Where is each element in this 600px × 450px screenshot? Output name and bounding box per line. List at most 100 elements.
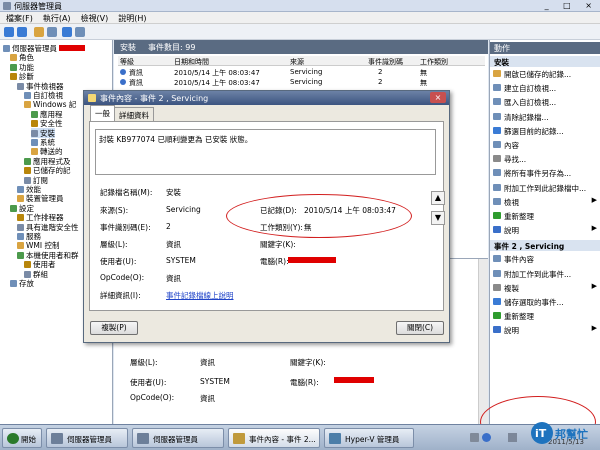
action-icon bbox=[493, 283, 501, 291]
details-scrollbar[interactable] bbox=[478, 259, 488, 425]
action-icon bbox=[493, 226, 501, 234]
action-icon bbox=[493, 155, 501, 163]
submenu-arrow-icon: ▶ bbox=[591, 195, 597, 204]
source-value: Servicing bbox=[166, 205, 201, 214]
action-item-label: 建立自訂檢視... bbox=[504, 84, 557, 94]
action-icon bbox=[493, 84, 501, 92]
tab-general[interactable]: 一般 bbox=[90, 105, 115, 121]
action-item[interactable]: 匯入自訂檢視... bbox=[490, 96, 600, 107]
dialog-close-button[interactable]: × bbox=[430, 92, 446, 103]
start-button[interactable]: 開始 bbox=[2, 428, 42, 448]
next-event-button[interactable]: ▼ bbox=[431, 211, 445, 225]
taskbar-item[interactable]: 伺服器管理員 bbox=[132, 428, 224, 448]
actions-section-install[interactable]: 安裝 bbox=[490, 56, 600, 67]
tray-network-icon[interactable] bbox=[470, 433, 479, 442]
tree-node-icon bbox=[31, 148, 38, 156]
action-item[interactable]: 將所有事件另存為... bbox=[490, 167, 600, 178]
taskbar-item[interactable]: Hyper-V 管理員 bbox=[324, 428, 414, 448]
action-item[interactable]: 說明 ▶ bbox=[490, 324, 600, 335]
event-description[interactable]: 封裝 KB977074 已順利變更為 已安裝 狀態。 bbox=[95, 129, 436, 175]
table-row[interactable]: 資訊 2010/5/14 上午 08:03:47 Servicing 2 無 bbox=[118, 67, 485, 77]
tree-node-icon bbox=[31, 139, 38, 146]
tree-node-icon bbox=[31, 120, 38, 128]
action-item[interactable]: 事件內容 bbox=[490, 253, 600, 264]
action-item-label: 說明 bbox=[504, 226, 519, 236]
user-label: 使用者(U): bbox=[100, 257, 137, 266]
tree-node-icon bbox=[10, 63, 17, 71]
dialog-app-icon bbox=[88, 94, 96, 102]
action-item[interactable]: 開啟已儲存的記錄... bbox=[490, 68, 600, 79]
action-item[interactable]: 清除記錄檔... bbox=[490, 111, 600, 122]
actions-section-event[interactable]: 事件 2 , Servicing bbox=[490, 240, 600, 252]
lower-computer-label: 電腦(R): bbox=[290, 378, 319, 387]
col-source[interactable]: 來源 bbox=[290, 57, 304, 67]
tray-flag-icon[interactable] bbox=[508, 433, 517, 442]
center-header: 安裝 事件數目: 99 bbox=[114, 40, 488, 54]
tree-node-icon bbox=[24, 270, 31, 278]
tray-help-icon[interactable] bbox=[482, 433, 491, 442]
source-label: 來源(S): bbox=[100, 206, 129, 215]
server-manager-icon bbox=[137, 433, 149, 444]
previous-event-button[interactable]: ▲ bbox=[431, 191, 445, 205]
col-event-id[interactable]: 事件識別碼 bbox=[368, 57, 403, 67]
action-icon bbox=[493, 197, 501, 205]
action-item[interactable]: 儲存選取的事件... bbox=[490, 296, 600, 307]
close-button[interactable]: 關閉(C) bbox=[396, 321, 444, 335]
forward-icon[interactable] bbox=[17, 27, 27, 37]
action-item[interactable]: 重新整理 bbox=[490, 310, 600, 321]
menu-file[interactable]: 檔案(F) bbox=[6, 13, 33, 24]
help-icon[interactable] bbox=[62, 27, 72, 37]
row-event-id: 2 bbox=[378, 78, 383, 86]
row-source: Servicing bbox=[290, 78, 323, 86]
action-icon bbox=[493, 326, 501, 334]
copy-button[interactable]: 複製(P) bbox=[90, 321, 138, 335]
action-item[interactable]: 附加工作到此事件... bbox=[490, 268, 600, 279]
action-item[interactable]: 內容 bbox=[490, 139, 600, 150]
menu-action[interactable]: 執行(A) bbox=[43, 13, 71, 24]
back-icon[interactable] bbox=[4, 27, 14, 37]
toolbar bbox=[0, 24, 600, 40]
action-item[interactable]: 建立自訂檢視... bbox=[490, 82, 600, 93]
tab-details[interactable]: 詳細資料 bbox=[114, 107, 154, 121]
properties-icon[interactable] bbox=[75, 27, 85, 37]
tree-item-label: 存放 bbox=[19, 279, 34, 288]
highlight-ellipse bbox=[226, 194, 412, 238]
level-value: 資訊 bbox=[166, 240, 181, 249]
action-item[interactable]: 複製 ▶ bbox=[490, 282, 600, 293]
computer-label: 電腦(R): bbox=[260, 257, 289, 266]
tree-node-icon bbox=[17, 251, 24, 259]
action-item-label: 複製 bbox=[504, 283, 519, 293]
tree-node-icon bbox=[3, 45, 10, 52]
taskbar-item[interactable]: 事件內容 - 事件 2... bbox=[228, 428, 320, 448]
col-datetime[interactable]: 日期和時間 bbox=[174, 57, 209, 67]
action-item[interactable]: 尋找... bbox=[490, 153, 600, 164]
action-item[interactable]: 重新整理 bbox=[490, 210, 600, 221]
tree-node-icon bbox=[31, 129, 38, 137]
submenu-arrow-icon: ▶ bbox=[591, 281, 597, 290]
tree-node-icon bbox=[17, 242, 24, 250]
opcode-label: OpCode(O): bbox=[100, 273, 145, 282]
taskbar-item[interactable]: 伺服器管理員 bbox=[46, 428, 128, 448]
action-item[interactable]: 篩選目前的記錄... bbox=[490, 125, 600, 136]
show-hide-tree-icon[interactable] bbox=[47, 27, 57, 37]
action-item[interactable]: 說明 ▶ bbox=[490, 224, 600, 235]
tree-node-icon bbox=[10, 73, 17, 81]
tree-item[interactable]: 存放 bbox=[10, 278, 34, 288]
col-level[interactable]: 等級 bbox=[120, 57, 134, 67]
col-task-category[interactable]: 工作類別 bbox=[420, 57, 448, 67]
lower-user-label: 使用者(U): bbox=[130, 378, 167, 387]
title-bar: 伺服器管理員 _ □ × bbox=[0, 0, 600, 12]
tree-item-label: 群組 bbox=[33, 269, 48, 279]
action-icon bbox=[493, 169, 501, 177]
menu-view[interactable]: 檢視(V) bbox=[81, 13, 109, 24]
row-event-id: 2 bbox=[378, 68, 383, 76]
window-controls[interactable]: _ □ × bbox=[545, 1, 598, 10]
table-row[interactable]: 資訊 2010/5/14 上午 08:03:47 Servicing 2 無 bbox=[118, 77, 485, 87]
tree-node-icon bbox=[17, 214, 24, 222]
action-item[interactable]: 檢視 ▶ bbox=[490, 196, 600, 207]
taskbar-item-label: 事件內容 - 事件 2... bbox=[249, 435, 316, 444]
up-folder-icon[interactable] bbox=[34, 27, 44, 37]
menu-help[interactable]: 說明(H) bbox=[118, 13, 146, 24]
more-info-link[interactable]: 事件記錄檔線上說明 bbox=[166, 290, 234, 301]
action-item[interactable]: 附加工作到此記錄檔中... bbox=[490, 182, 600, 193]
